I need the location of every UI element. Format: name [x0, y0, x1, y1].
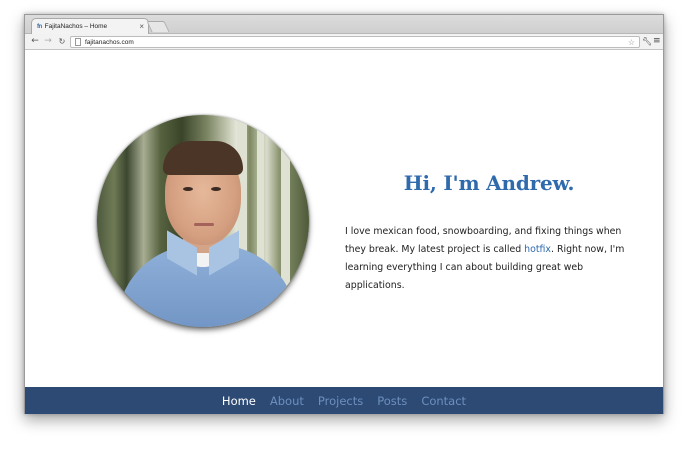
hotfix-link[interactable]: hotfix — [524, 244, 551, 255]
page-icon — [75, 38, 81, 46]
bio-paragraph: I love mexican food, snowboarding, and f… — [345, 223, 633, 295]
profile-photo — [97, 115, 309, 327]
browser-window: fn FajitaNachos – Home × ← → ↻ fajitanac… — [24, 14, 664, 414]
nav-home[interactable]: Home — [222, 394, 256, 408]
nav-about[interactable]: About — [270, 394, 304, 408]
mouth-shape — [194, 223, 214, 226]
footer-nav: Home About Projects Posts Contact — [25, 387, 663, 414]
back-arrow-icon[interactable]: ← — [29, 35, 41, 48]
forward-arrow-icon[interactable]: → — [42, 35, 54, 48]
tab-close-icon[interactable]: × — [139, 22, 144, 31]
new-tab-button[interactable] — [146, 21, 170, 32]
reload-icon[interactable]: ↻ — [56, 35, 68, 48]
tab-strip: fn FajitaNachos – Home × — [25, 15, 663, 34]
page-heading: Hi, I'm Andrew. — [403, 171, 575, 195]
nav-projects[interactable]: Projects — [318, 394, 363, 408]
browser-toolbar: ← → ↻ fajitanachos.com ☆ 🔧︎ ≡ — [25, 34, 663, 50]
hair-shape — [163, 141, 243, 175]
menu-icon[interactable]: ≡ — [653, 35, 661, 48]
eye-shape — [183, 187, 193, 191]
url-text: fajitanachos.com — [85, 38, 134, 46]
eye-shape — [211, 187, 221, 191]
wrench-icon[interactable]: 🔧︎ — [642, 35, 652, 48]
page-content: Hi, I'm Andrew. I love mexican food, sno… — [25, 51, 663, 387]
nav-contact[interactable]: Contact — [421, 394, 466, 408]
browser-tab[interactable]: fn FajitaNachos – Home × — [31, 18, 149, 34]
address-bar[interactable]: fajitanachos.com ☆ — [70, 36, 640, 48]
favicon-icon: fn — [37, 23, 42, 30]
star-icon[interactable]: ☆ — [628, 37, 635, 48]
tab-title: FajitaNachos – Home — [44, 23, 108, 30]
nav-posts[interactable]: Posts — [377, 394, 407, 408]
